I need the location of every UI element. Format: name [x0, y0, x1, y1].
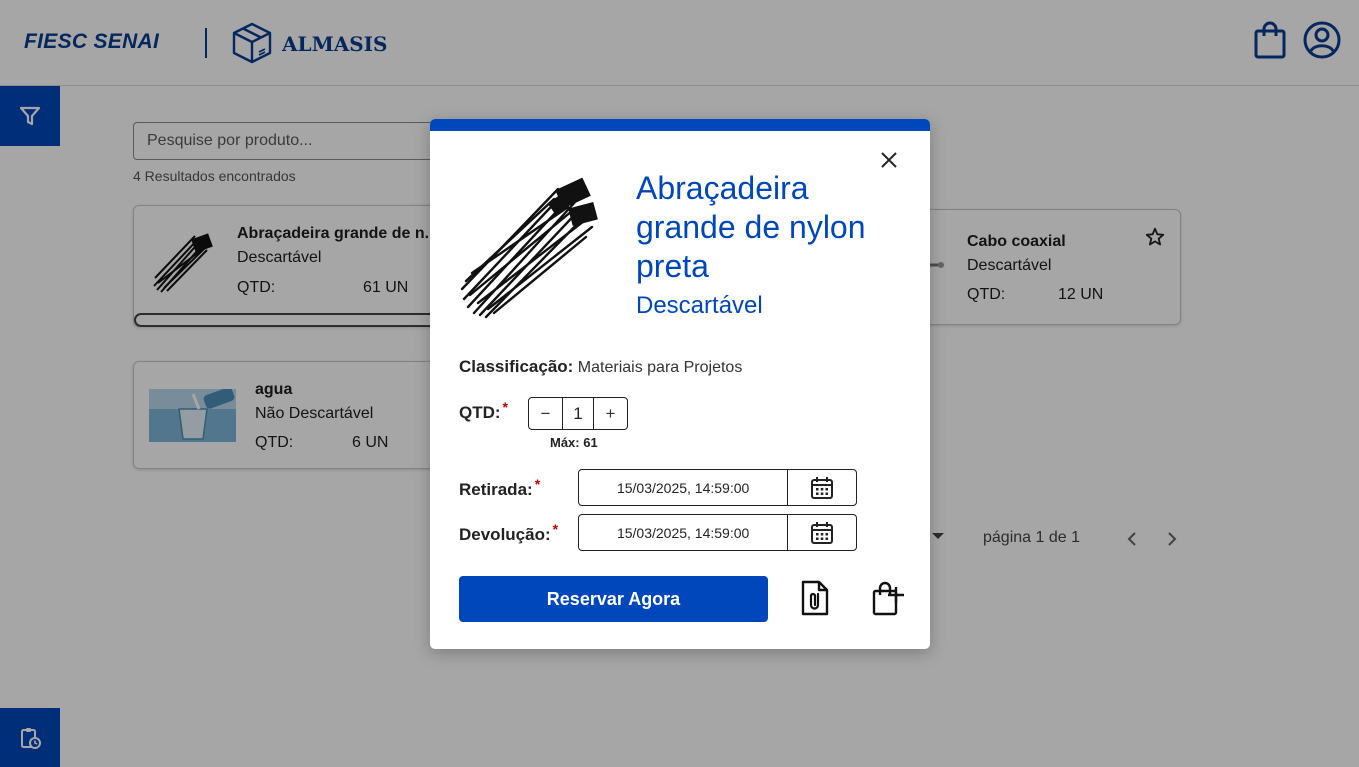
return-label: Devolução: * — [459, 521, 558, 545]
pickup-label-text: Retirada: — [459, 480, 533, 499]
product-image — [460, 177, 598, 319]
required-mark: * — [534, 476, 541, 492]
bag-plus-icon[interactable] — [870, 579, 908, 617]
required-mark: * — [502, 399, 508, 415]
quantity-stepper: − 1 + — [528, 397, 628, 430]
classification-label: Classificação: — [459, 357, 574, 376]
product-reservation-modal: Abraçadeira grande de nylon preta Descar… — [430, 119, 930, 649]
return-datetime-input[interactable]: 15/03/2025, 14:59:00 — [579, 515, 787, 550]
return-datetime-field: 15/03/2025, 14:59:00 — [578, 514, 857, 551]
reserve-now-button[interactable]: Reservar Agora — [459, 576, 768, 622]
calendar-icon — [811, 521, 834, 544]
classification-row: Classificação: Materiais para Projetos — [459, 357, 742, 377]
qtd-field-label: QTD: * — [459, 399, 508, 423]
qtd-label-text: QTD: — [459, 403, 501, 422]
pickup-label: Retirada: * — [459, 476, 540, 500]
pickup-datetime-field: 15/03/2025, 14:59:00 — [578, 469, 857, 506]
modal-product-title: Abraçadeira grande de nylon preta — [636, 170, 866, 284]
calendar-icon — [811, 476, 834, 499]
modal-top-bar — [430, 119, 930, 131]
quantity-value[interactable]: 1 — [562, 398, 594, 429]
return-calendar-button[interactable] — [787, 515, 856, 550]
modal-product-type: Descartável — [636, 292, 763, 319]
classification-value: Materiais para Projetos — [577, 359, 743, 376]
close-icon[interactable] — [878, 149, 900, 171]
pickup-datetime-input[interactable]: 15/03/2025, 14:59:00 — [579, 470, 787, 505]
increment-button[interactable]: + — [594, 398, 627, 429]
pickup-calendar-button[interactable] — [787, 470, 856, 505]
return-label-text: Devolução: — [459, 525, 551, 544]
required-mark: * — [552, 521, 559, 537]
file-attachment-icon[interactable] — [800, 579, 830, 617]
decrement-button[interactable]: − — [529, 398, 562, 429]
max-quantity-text: Máx: 61 — [550, 435, 598, 450]
